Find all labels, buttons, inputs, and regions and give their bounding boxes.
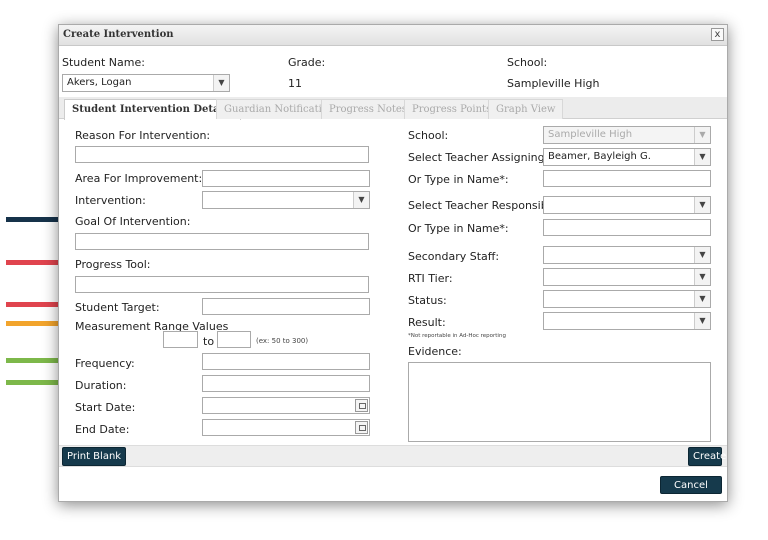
close-icon[interactable]: x (711, 28, 724, 41)
chevron-down-icon: ▼ (694, 149, 710, 165)
duration-label: Duration: (75, 379, 127, 392)
progress-tool-label: Progress Tool: (75, 258, 151, 271)
annotation-arrow-goal (6, 212, 72, 226)
range-hint: (ex: 50 to 300) (256, 337, 309, 345)
rti-tier-label: RTI Tier: (408, 272, 453, 285)
secondary-staff-label: Secondary Staff: (408, 250, 500, 263)
grade-label: Grade: (288, 56, 326, 69)
student-target-input[interactable] (202, 298, 370, 315)
annotation-arrow-measurement (6, 316, 72, 330)
area-input[interactable] (202, 170, 370, 187)
teacher-responsible-label: Select Teacher Responsible: (408, 199, 562, 212)
range-max-input[interactable] (217, 331, 251, 348)
teacher-assigning-label: Select Teacher Assigning: (408, 151, 549, 164)
end-date-label: End Date: (75, 423, 130, 436)
school-select[interactable]: Sampleville High ▼ (543, 126, 711, 144)
chevron-down-icon: ▼ (694, 197, 710, 213)
annotation-arrow-duration (6, 375, 72, 389)
calendar-icon[interactable] (355, 421, 368, 434)
intervention-select[interactable]: ▼ (202, 191, 370, 209)
tab-graph-view[interactable]: Graph View (488, 99, 564, 119)
grade-value: 11 (288, 77, 302, 90)
goal-input[interactable] (75, 233, 369, 250)
chevron-down-icon: ▼ (694, 291, 710, 307)
rti-tier-select[interactable]: ▼ (543, 268, 711, 286)
duration-input[interactable] (202, 375, 370, 392)
type-name-input-2[interactable] (543, 219, 711, 236)
to-label: to (203, 335, 215, 348)
teacher-responsible-select[interactable]: ▼ (543, 196, 711, 214)
evidence-textarea[interactable] (408, 362, 711, 442)
result-label: Result: (408, 316, 446, 329)
chevron-down-icon: ▼ (694, 127, 710, 143)
start-date-input[interactable] (202, 397, 370, 414)
goal-label: Goal Of Intervention: (75, 215, 191, 228)
student-name-select[interactable]: Akers, Logan ▼ (62, 74, 230, 92)
school-select-value: Sampleville High (548, 129, 633, 140)
annotation-arrow-student-target (6, 297, 72, 311)
adhoc-note: *Not reportable in Ad-Hoc reporting (408, 333, 506, 339)
measurement-label: Measurement Range Values (75, 320, 229, 333)
type-name-label-1: Or Type in Name*: (408, 173, 509, 186)
evidence-label: Evidence: (408, 345, 462, 358)
print-blank-button[interactable]: Print Blank (62, 447, 127, 466)
annotation-arrow-progress-tool (6, 255, 72, 269)
tab-progress-notes[interactable]: Progress Notes (321, 99, 415, 119)
chevron-down-icon: ▼ (694, 247, 710, 263)
type-name-label-2: Or Type in Name*: (408, 222, 509, 235)
intervention-label: Intervention: (75, 194, 146, 207)
cancel-button[interactable]: Cancel (660, 476, 722, 494)
frequency-label: Frequency: (75, 357, 135, 370)
school-header-value: Sampleville High (507, 77, 600, 90)
progress-tool-input[interactable] (75, 276, 369, 293)
create-intervention-dialog: Create Intervention x Student Name: Grad… (58, 24, 728, 502)
teacher-assigning-value: Beamer, Bayleigh G. (548, 151, 651, 162)
chevron-down-icon: ▼ (694, 269, 710, 285)
dialog-titlebar: Create Intervention x (59, 25, 727, 46)
reason-label: Reason For Intervention: (75, 129, 211, 142)
reason-input[interactable] (75, 146, 369, 163)
chevron-down-icon: ▼ (213, 75, 229, 91)
start-date-label: Start Date: (75, 401, 136, 414)
end-date-input[interactable] (202, 419, 370, 436)
tab-student-intervention-details[interactable]: Student Intervention Details (64, 99, 241, 120)
status-select[interactable]: ▼ (543, 290, 711, 308)
area-label: Area For Improvement: (75, 172, 203, 185)
range-min-input[interactable] (163, 331, 198, 348)
type-name-input-1[interactable] (543, 170, 711, 187)
chevron-down-icon: ▼ (694, 313, 710, 329)
teacher-assigning-select[interactable]: Beamer, Bayleigh G. ▼ (543, 148, 711, 166)
student-name-value: Akers, Logan (67, 77, 132, 88)
annotation-arrow-frequency (6, 353, 72, 367)
tab-bar: Student Intervention Details Guardian No… (59, 97, 727, 120)
frequency-input[interactable] (202, 353, 370, 370)
chevron-down-icon: ▼ (353, 192, 369, 208)
school-header-label: School: (507, 56, 548, 69)
tab-progress-points[interactable]: Progress Points (404, 99, 500, 119)
dialog-footer: Print Blank Create (59, 445, 727, 467)
student-target-label: Student Target: (75, 301, 160, 314)
result-select[interactable]: ▼ (543, 312, 711, 330)
status-label: Status: (408, 294, 447, 307)
calendar-icon[interactable] (355, 399, 368, 412)
school-label: School: (408, 129, 449, 142)
dialog-title: Create Intervention (63, 29, 174, 40)
student-name-label: Student Name: (62, 56, 145, 69)
create-button[interactable]: Create (688, 447, 726, 466)
secondary-staff-select[interactable]: ▼ (543, 246, 711, 264)
